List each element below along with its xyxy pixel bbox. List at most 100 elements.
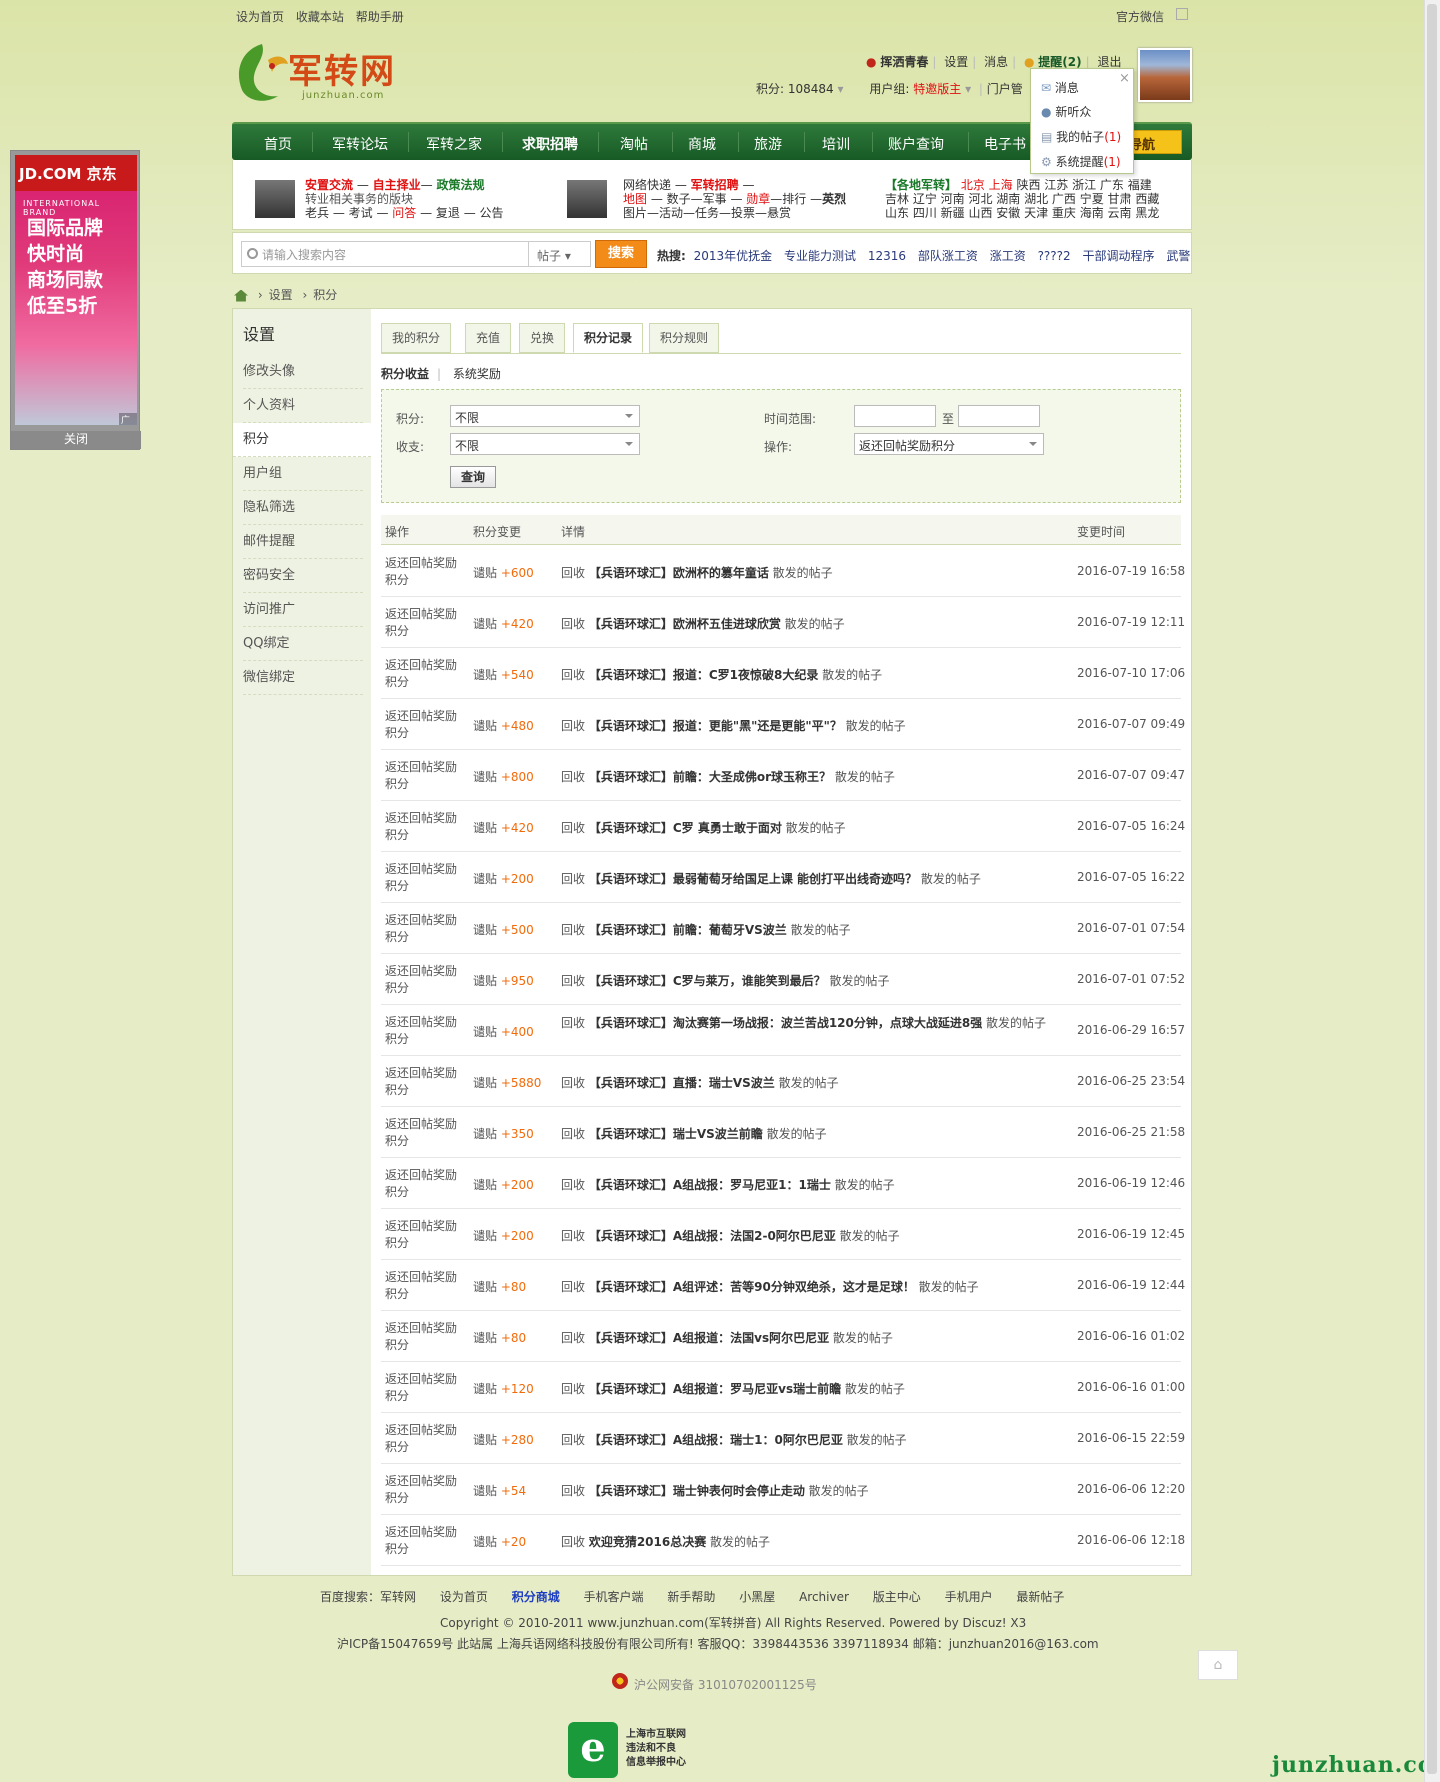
- dropdown-item-system[interactable]: ⚙ 系统提醒(1): [1041, 153, 1121, 170]
- thread-link[interactable]: 【兵语环球汇】C罗与莱万，谁能笑到最后？: [589, 974, 826, 988]
- portal-link[interactable]: 门户管: [987, 82, 1023, 96]
- thread-link[interactable]: 【兵语环球汇】瑞士VS波兰前瞻: [589, 1127, 763, 1141]
- search-type-select[interactable]: 帖子 ▾: [529, 241, 591, 267]
- site-logo[interactable]: 军转网 junzhuan.com: [232, 40, 427, 108]
- nav-home-club[interactable]: 军转之家: [426, 134, 482, 154]
- footer-link[interactable]: 最新帖子: [1016, 1590, 1064, 1604]
- settings-link[interactable]: 设置: [944, 55, 968, 69]
- breadcrumb-points[interactable]: 积分: [313, 288, 337, 302]
- info-col3-line3[interactable]: 山东 四川 新疆 山西 安徽 天津 重庆 海南 云南 黑龙: [885, 204, 1159, 221]
- logout-link[interactable]: 退出: [1098, 55, 1122, 69]
- usergroup-value[interactable]: 特邀版主: [913, 82, 961, 96]
- thread-link[interactable]: 【兵语环球汇】A组评述：苦等90分钟双绝杀，这才是足球！: [589, 1280, 915, 1294]
- thread-link[interactable]: 【兵语环球汇】瑞士钟表何时会停止走动: [589, 1484, 805, 1498]
- back-to-top-button[interactable]: ⌂: [1198, 1650, 1238, 1680]
- footer-link[interactable]: 手机客户端: [584, 1590, 644, 1604]
- hot-search-item[interactable]: ????2: [1038, 249, 1071, 263]
- thread-link[interactable]: 【兵语环球汇】A组报道：法国vs阿尔巴尼亚: [589, 1331, 829, 1345]
- expand-icon[interactable]: [1176, 8, 1188, 20]
- sidebar-item-profile[interactable]: 个人资料: [243, 389, 363, 423]
- close-icon[interactable]: ×: [1119, 71, 1130, 86]
- search-button[interactable]: 搜索: [595, 240, 647, 268]
- footer-link[interactable]: 小黑屋: [739, 1590, 775, 1604]
- info-col2-line3[interactable]: 图片—活动—任务—投票—悬赏: [623, 204, 791, 221]
- info-col1-line3[interactable]: 老兵 — 考试 — 问答 — 复退 — 公告: [305, 204, 504, 221]
- tab-my-points[interactable]: 我的积分: [381, 323, 452, 353]
- breadcrumb-settings[interactable]: 设置: [269, 288, 293, 302]
- dropdown-item-my-posts[interactable]: ▤ 我的帖子(1): [1041, 128, 1121, 145]
- tab-points-log[interactable]: 积分记录: [573, 323, 644, 353]
- dropdown-item-messages[interactable]: ✉ 消息: [1041, 79, 1079, 96]
- thread-link[interactable]: 【兵语环球汇】前瞻：葡萄牙VS波兰: [589, 923, 787, 937]
- hot-search-item[interactable]: 专业能力测试: [784, 249, 856, 263]
- ad-image[interactable]: JD.COM 京东 INTERNATIONAL BRAND 国际品牌 快时尚 商…: [15, 155, 137, 425]
- thread-link[interactable]: 【兵语环球汇】A组战报：瑞士1：0阿尔巴尼亚: [589, 1433, 843, 1447]
- tab-points-rules[interactable]: 积分规则: [649, 323, 720, 353]
- footer-link[interactable]: 积分商城: [512, 1590, 560, 1604]
- hot-search-item[interactable]: 12316: [868, 249, 906, 263]
- avatar[interactable]: [1138, 48, 1192, 102]
- tab-recharge[interactable]: 充值: [465, 323, 512, 353]
- sidebar-item-points[interactable]: 积分: [233, 423, 371, 457]
- help-link[interactable]: 帮助手册: [356, 10, 404, 24]
- operation-select[interactable]: 返还回帖奖励积分: [854, 433, 1044, 455]
- nav-travel[interactable]: 旅游: [754, 134, 782, 154]
- report-center-badge[interactable]: e 上海市互联网 违法和不良 信息举报中心: [566, 1722, 696, 1778]
- footer-police[interactable]: 沪公网安备 31010702001125号: [634, 1676, 817, 1693]
- hot-search-item[interactable]: 部队涨工资: [918, 249, 978, 263]
- set-home-link[interactable]: 设为首页: [236, 10, 284, 24]
- thread-link[interactable]: 【兵语环球汇】A组报道：罗马尼亚vs瑞士前瞻: [589, 1382, 841, 1396]
- thread-link[interactable]: 【兵语环球汇】直播：瑞士VS波兰: [589, 1076, 775, 1090]
- remind-link[interactable]: 提醒(2): [1038, 55, 1081, 69]
- thread-link[interactable]: 【兵语环球汇】报道：更能"黑"还是更能"平"？: [589, 719, 842, 733]
- side-ad[interactable]: JD.COM 京东 INTERNATIONAL BRAND 国际品牌 快时尚 商…: [10, 150, 141, 450]
- query-button[interactable]: 查询: [450, 466, 496, 488]
- username-link[interactable]: 挥洒青春: [880, 55, 928, 69]
- nav-forum[interactable]: 军转论坛: [332, 134, 388, 154]
- sidebar-item-wechat[interactable]: 微信绑定: [243, 661, 363, 695]
- thread-link[interactable]: 【兵语环球汇】淘汰赛第一场战报：波兰苦战120分钟，点球大战延进8强: [589, 1016, 982, 1030]
- scrollbar-thumb[interactable]: [1427, 4, 1437, 1774]
- nav-jobs[interactable]: 求职招聘: [522, 134, 578, 154]
- dropdown-item-followers[interactable]: ● 新听众: [1041, 103, 1091, 120]
- hot-search-item[interactable]: 武警: [1166, 249, 1190, 263]
- sidebar-item-privacy[interactable]: 隐私筛选: [243, 491, 363, 525]
- footer-link[interactable]: 手机用户: [945, 1590, 993, 1604]
- thread-link[interactable]: 【兵语环球汇】A组战报：法国2-0阿尔巴尼亚: [589, 1229, 836, 1243]
- thread-link[interactable]: 【兵语环球汇】欧洲杯的篡年童话: [589, 566, 769, 580]
- thread-link[interactable]: 【兵语环球汇】报道：C罗1夜惊破8大纪录: [589, 668, 819, 682]
- time-end-input[interactable]: [958, 405, 1040, 427]
- wechat-link[interactable]: 官方微信: [1116, 8, 1164, 25]
- thread-link[interactable]: 【兵语环球汇】A组战报：罗马尼亚1：1瑞士: [589, 1178, 831, 1192]
- footer-link[interactable]: 百度搜索：军转网: [320, 1590, 416, 1604]
- bookmark-link[interactable]: 收藏本站: [296, 10, 344, 24]
- sidebar-item-password[interactable]: 密码安全: [243, 559, 363, 593]
- points-display[interactable]: 积分: 108484: [756, 82, 834, 96]
- subtab-income[interactable]: 积分收益: [381, 367, 429, 381]
- hot-search-item[interactable]: 涨工资: [990, 249, 1026, 263]
- footer-link[interactable]: 设为首页: [440, 1590, 488, 1604]
- sidebar-item-avatar[interactable]: 修改头像: [243, 355, 363, 389]
- time-start-input[interactable]: [854, 405, 936, 427]
- thread-link[interactable]: 【兵语环球汇】前瞻：大圣成佛or球玉称王？: [589, 770, 831, 784]
- thread-link[interactable]: 【兵语环球汇】最弱葡萄牙给国足上课 能创打平出线奇迹吗？: [589, 872, 917, 886]
- footer-link[interactable]: 新手帮助: [667, 1590, 715, 1604]
- sidebar-item-promotion[interactable]: 访问推广: [243, 593, 363, 627]
- footer-link[interactable]: 版主中心: [873, 1590, 921, 1604]
- subtab-system-reward[interactable]: 系统奖励: [453, 367, 501, 381]
- flow-filter-select[interactable]: 不限: [450, 433, 640, 455]
- sidebar-item-email[interactable]: 邮件提醒: [243, 525, 363, 559]
- tab-exchange[interactable]: 兑换: [519, 323, 566, 353]
- hot-search-item[interactable]: 干部调动程序: [1083, 249, 1155, 263]
- thread-link[interactable]: 【兵语环球汇】C罗 真勇士敢于面对: [589, 821, 782, 835]
- thread-link[interactable]: 欢迎竞猜2016总决赛: [589, 1535, 706, 1549]
- nav-training[interactable]: 培训: [822, 134, 850, 154]
- hot-search-item[interactable]: 2013年优抚金: [694, 249, 773, 263]
- nav-account[interactable]: 账户查询: [888, 134, 944, 154]
- nav-ebook[interactable]: 电子书: [984, 134, 1026, 154]
- points-filter-select[interactable]: 不限: [450, 405, 640, 427]
- nav-mall[interactable]: 商城: [688, 134, 716, 154]
- home-icon[interactable]: [234, 289, 248, 302]
- ad-close-button[interactable]: 关闭: [11, 431, 141, 449]
- nav-home[interactable]: 首页: [264, 134, 292, 154]
